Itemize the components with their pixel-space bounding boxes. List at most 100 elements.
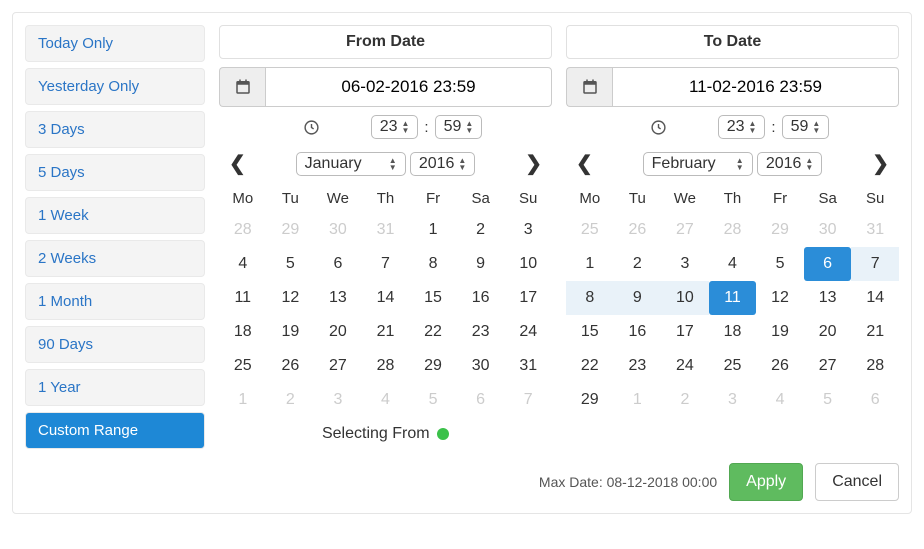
from-year-select[interactable]: 2016 ▲▼	[410, 152, 476, 176]
to-date-input[interactable]	[612, 67, 899, 107]
from-month-select[interactable]: January ▲▼	[296, 152, 406, 176]
to-day-cell[interactable]: 21	[851, 315, 899, 349]
from-day-cell: 7	[504, 383, 552, 417]
from-day-cell[interactable]: 11	[219, 281, 267, 315]
to-day-cell[interactable]: 18	[709, 315, 757, 349]
from-day-cell[interactable]: 23	[457, 315, 505, 349]
to-day-cell[interactable]: 4	[709, 247, 757, 281]
stepper-arrows-icon: ▲▼	[812, 120, 820, 134]
max-date-label: Max Date: 08-12-2018 00:00	[539, 474, 717, 490]
to-minute-select[interactable]: 59 ▲▼	[782, 115, 830, 139]
to-day-cell: 30	[804, 213, 852, 247]
from-day-cell: 31	[362, 213, 410, 247]
from-day-cell[interactable]: 4	[219, 247, 267, 281]
to-year-value: 2016	[766, 155, 802, 173]
to-day-cell: 1	[614, 383, 662, 417]
to-day-cell[interactable]: 23	[614, 349, 662, 383]
from-day-cell[interactable]: 2	[457, 213, 505, 247]
from-day-cell[interactable]: 20	[314, 315, 362, 349]
footer: Max Date: 08-12-2018 00:00 Apply Cancel	[25, 463, 899, 501]
to-day-cell[interactable]: 5	[756, 247, 804, 281]
to-day-cell[interactable]: 19	[756, 315, 804, 349]
to-day-cell[interactable]: 27	[804, 349, 852, 383]
from-day-cell[interactable]: 15	[409, 281, 457, 315]
to-day-cell[interactable]: 28	[851, 349, 899, 383]
to-prev-month[interactable]: ❮	[570, 149, 599, 178]
from-day-cell[interactable]: 18	[219, 315, 267, 349]
to-day-cell[interactable]: 15	[566, 315, 614, 349]
time-colon: :	[771, 119, 775, 136]
preset-1-year[interactable]: 1 Year	[25, 369, 205, 406]
to-day-cell[interactable]: 17	[661, 315, 709, 349]
preset-yesterday-only[interactable]: Yesterday Only	[25, 68, 205, 105]
to-day-cell[interactable]: 24	[661, 349, 709, 383]
from-day-cell[interactable]: 9	[457, 247, 505, 281]
from-day-cell[interactable]: 28	[362, 349, 410, 383]
to-year-select[interactable]: 2016 ▲▼	[757, 152, 823, 176]
cancel-button[interactable]: Cancel	[815, 463, 899, 501]
day-header: Su	[851, 184, 899, 213]
from-day-cell[interactable]: 14	[362, 281, 410, 315]
from-day-cell[interactable]: 5	[267, 247, 315, 281]
to-day-cell[interactable]: 2	[614, 247, 662, 281]
to-day-cell[interactable]: 7	[851, 247, 899, 281]
from-day-cell[interactable]: 27	[314, 349, 362, 383]
from-next-month[interactable]: ❯	[519, 149, 548, 178]
to-day-cell[interactable]: 8	[566, 281, 614, 315]
to-day-cell[interactable]: 13	[804, 281, 852, 315]
from-day-cell[interactable]: 7	[362, 247, 410, 281]
to-next-month[interactable]: ❯	[866, 149, 895, 178]
from-day-cell[interactable]: 19	[267, 315, 315, 349]
from-day-cell[interactable]: 12	[267, 281, 315, 315]
to-day-cell[interactable]: 9	[614, 281, 662, 315]
preset-custom-range[interactable]: Custom Range	[25, 412, 205, 449]
from-day-cell[interactable]: 8	[409, 247, 457, 281]
from-day-cell[interactable]: 25	[219, 349, 267, 383]
to-day-cell[interactable]: 3	[661, 247, 709, 281]
to-day-cell[interactable]: 29	[566, 383, 614, 417]
to-day-cell[interactable]: 20	[804, 315, 852, 349]
from-prev-month[interactable]: ❮	[223, 149, 252, 178]
to-day-cell[interactable]: 10	[661, 281, 709, 315]
to-day-cell: 2	[661, 383, 709, 417]
from-day-cell[interactable]: 26	[267, 349, 315, 383]
stepper-arrows-icon: ▲▼	[748, 120, 756, 134]
from-hour-select[interactable]: 23 ▲▼	[371, 115, 419, 139]
from-day-cell[interactable]: 22	[409, 315, 457, 349]
from-day-cell[interactable]: 3	[504, 213, 552, 247]
from-day-cell[interactable]: 13	[314, 281, 362, 315]
to-hour-select[interactable]: 23 ▲▼	[718, 115, 766, 139]
to-day-cell[interactable]: 6	[804, 247, 852, 281]
from-day-cell[interactable]: 6	[314, 247, 362, 281]
apply-button[interactable]: Apply	[729, 463, 803, 501]
from-date-input[interactable]	[265, 67, 552, 107]
from-day-cell[interactable]: 29	[409, 349, 457, 383]
preset-1-month[interactable]: 1 Month	[25, 283, 205, 320]
to-day-cell[interactable]: 14	[851, 281, 899, 315]
status-dot-icon	[437, 428, 449, 440]
to-day-cell[interactable]: 26	[756, 349, 804, 383]
from-day-cell[interactable]: 17	[504, 281, 552, 315]
preset-2-weeks[interactable]: 2 Weeks	[25, 240, 205, 277]
to-day-cell: 28	[709, 213, 757, 247]
to-day-cell[interactable]: 1	[566, 247, 614, 281]
to-day-cell[interactable]: 12	[756, 281, 804, 315]
to-day-cell[interactable]: 25	[709, 349, 757, 383]
preset-5-days[interactable]: 5 Days	[25, 154, 205, 191]
from-day-cell[interactable]: 21	[362, 315, 410, 349]
from-day-cell[interactable]: 1	[409, 213, 457, 247]
from-day-cell[interactable]: 31	[504, 349, 552, 383]
from-day-cell[interactable]: 16	[457, 281, 505, 315]
preset-90-days[interactable]: 90 Days	[25, 326, 205, 363]
preset-today-only[interactable]: Today Only	[25, 25, 205, 62]
to-day-cell[interactable]: 11	[709, 281, 757, 315]
from-minute-select[interactable]: 59 ▲▼	[435, 115, 483, 139]
to-day-cell[interactable]: 16	[614, 315, 662, 349]
from-day-cell[interactable]: 10	[504, 247, 552, 281]
preset-1-week[interactable]: 1 Week	[25, 197, 205, 234]
from-day-cell[interactable]: 30	[457, 349, 505, 383]
preset-3-days[interactable]: 3 Days	[25, 111, 205, 148]
to-day-cell[interactable]: 22	[566, 349, 614, 383]
to-month-select[interactable]: February ▲▼	[643, 152, 753, 176]
from-day-cell[interactable]: 24	[504, 315, 552, 349]
